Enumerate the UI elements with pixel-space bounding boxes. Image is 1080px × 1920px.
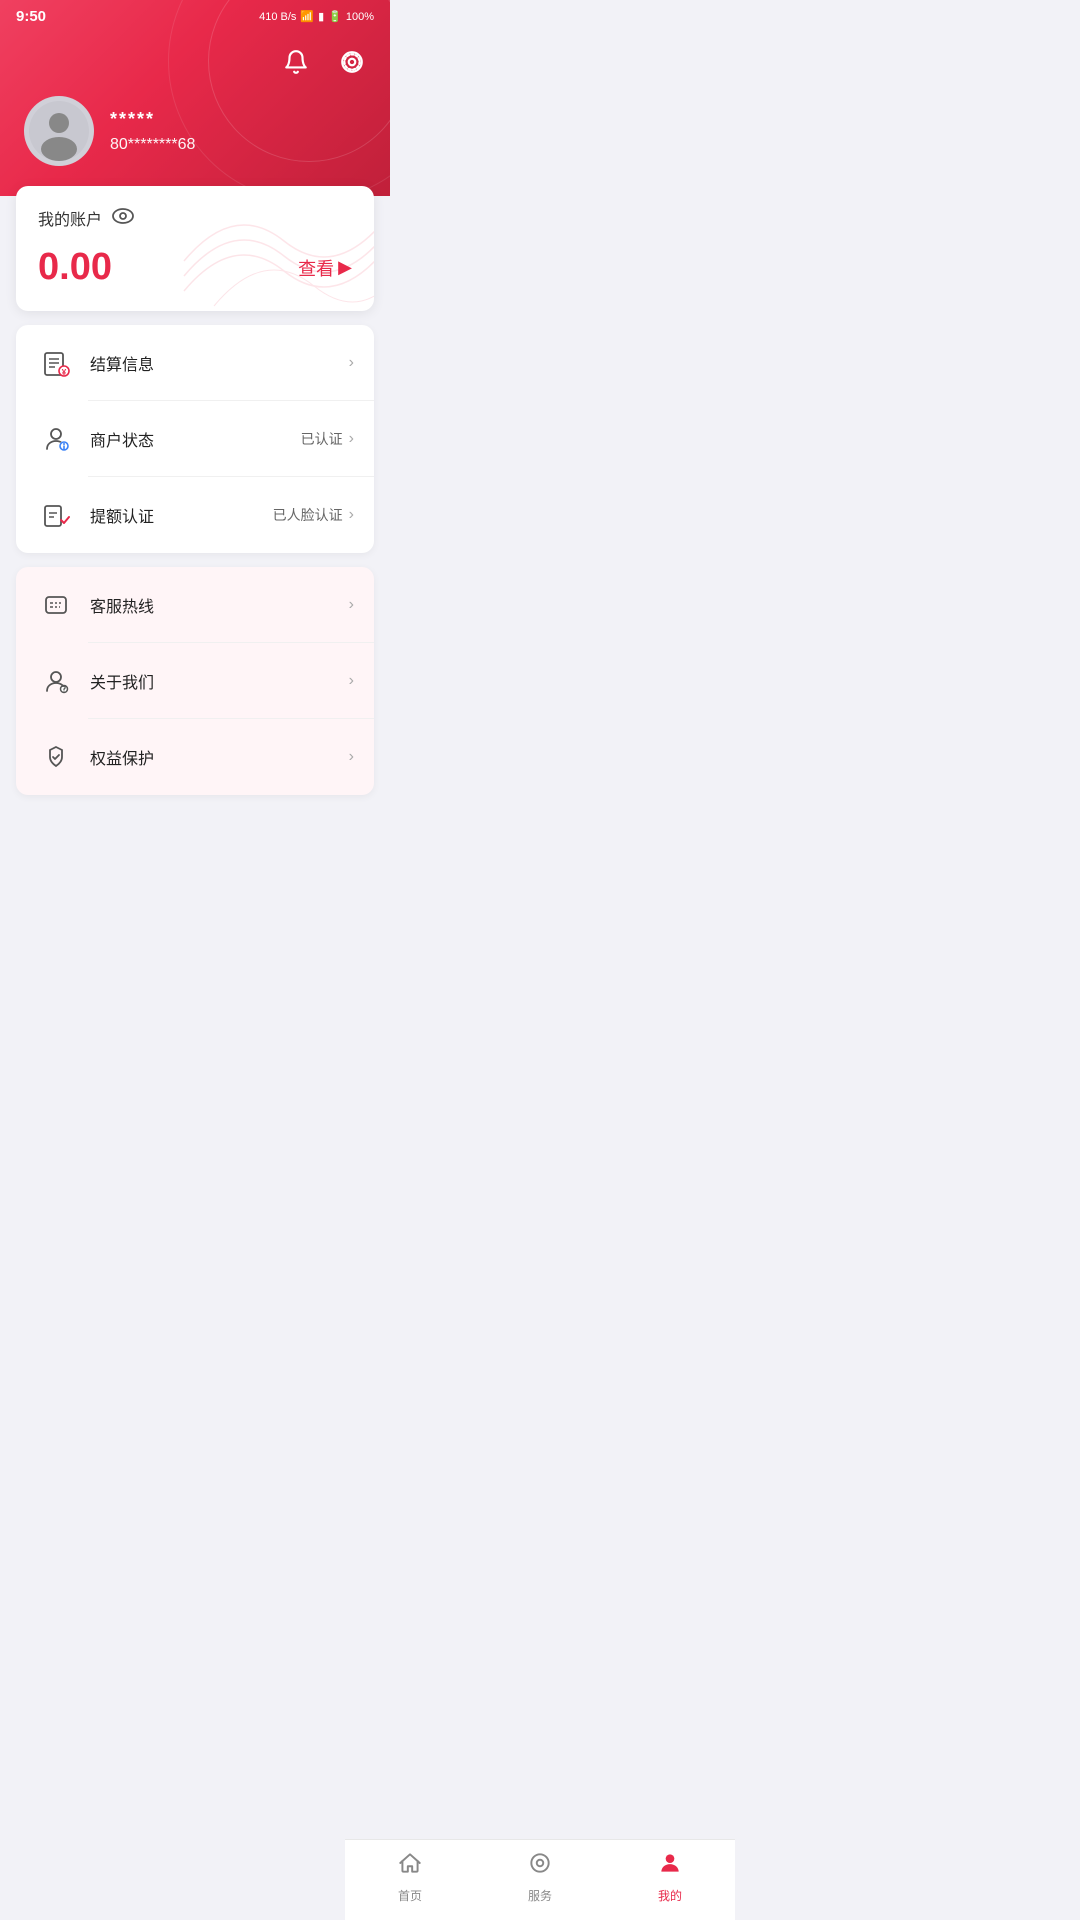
- about-chevron: ›: [349, 672, 354, 690]
- notification-button[interactable]: [278, 44, 314, 80]
- settlement-title: 结算信息: [90, 351, 349, 375]
- account-card: 我的账户 0.00 查看 ▶: [16, 186, 374, 311]
- merchant-title: 商户状态: [90, 427, 301, 451]
- face-badge: 已人脸认证: [273, 505, 343, 525]
- svg-text:¥: ¥: [62, 368, 67, 377]
- menu-item-face[interactable]: 提额认证 已人脸认证 ›: [16, 477, 374, 553]
- nav-item-mine[interactable]: 我的: [605, 1850, 735, 1904]
- home-nav-icon: [397, 1850, 423, 1883]
- nav-label-mine: 我的: [658, 1887, 682, 1904]
- account-label: 我的账户: [38, 206, 102, 230]
- merchant-badge: 已认证: [301, 429, 343, 449]
- service-nav-icon: [527, 1850, 553, 1883]
- rights-chevron: ›: [349, 748, 354, 766]
- hotline-icon: [36, 585, 76, 625]
- user-text: ***** 80********68: [110, 109, 195, 154]
- status-time: 9:50: [16, 8, 46, 25]
- battery-percent: 100%: [346, 11, 374, 23]
- user-name: *****: [110, 109, 195, 130]
- menu-item-merchant[interactable]: 商户状态 已认证 ›: [16, 401, 374, 477]
- user-phone: 80********68: [110, 136, 195, 154]
- account-balance: 0.00: [38, 246, 112, 289]
- hotline-title: 客服热线: [90, 593, 349, 617]
- battery-icon: 🔋: [328, 10, 342, 23]
- card-decoration: [174, 196, 374, 311]
- nav-label-service: 服务: [528, 1887, 552, 1904]
- user-info: ***** 80********68: [0, 96, 390, 166]
- avatar[interactable]: [24, 96, 94, 166]
- hotline-chevron: ›: [349, 596, 354, 614]
- rights-title: 权益保护: [90, 745, 349, 769]
- status-bar: 9:50 410 B/s 📶 ▮ 🔋 100%: [0, 0, 390, 29]
- section-card-1: ¥ 结算信息 › 商户状态 已认证 ›: [16, 325, 374, 553]
- nav-item-service[interactable]: 服务: [475, 1850, 605, 1904]
- eye-icon[interactable]: [112, 208, 134, 229]
- nav-label-home: 首页: [398, 1887, 422, 1904]
- face-icon: [36, 495, 76, 535]
- about-icon: [36, 661, 76, 701]
- face-title: 提额认证: [90, 503, 273, 527]
- status-icons: 410 B/s 📶 ▮ 🔋 100%: [259, 10, 374, 23]
- settlement-icon: ¥: [36, 343, 76, 383]
- mine-nav-icon: [657, 1850, 683, 1883]
- menu-item-rights[interactable]: 权益保护 ›: [16, 719, 374, 795]
- scan-button[interactable]: [334, 44, 370, 80]
- section-card-2: 客服热线 › 关于我们 ›: [16, 567, 374, 795]
- bottom-nav: 首页 服务 我的: [345, 1839, 735, 1920]
- wifi-icon: 📶: [300, 10, 314, 23]
- signal-icon: ▮: [318, 10, 324, 23]
- signal-text: 410 B/s: [259, 11, 296, 23]
- menu-item-about[interactable]: 关于我们 ›: [16, 643, 374, 719]
- about-title: 关于我们: [90, 669, 349, 693]
- header-actions: [0, 36, 390, 96]
- menu-item-settlement[interactable]: ¥ 结算信息 ›: [16, 325, 374, 401]
- face-chevron: ›: [349, 506, 354, 524]
- nav-item-home[interactable]: 首页: [345, 1850, 475, 1904]
- merchant-chevron: ›: [349, 430, 354, 448]
- merchant-icon: [36, 419, 76, 459]
- settlement-chevron: ›: [349, 354, 354, 372]
- menu-item-hotline[interactable]: 客服热线 ›: [16, 567, 374, 643]
- rights-icon: [36, 737, 76, 777]
